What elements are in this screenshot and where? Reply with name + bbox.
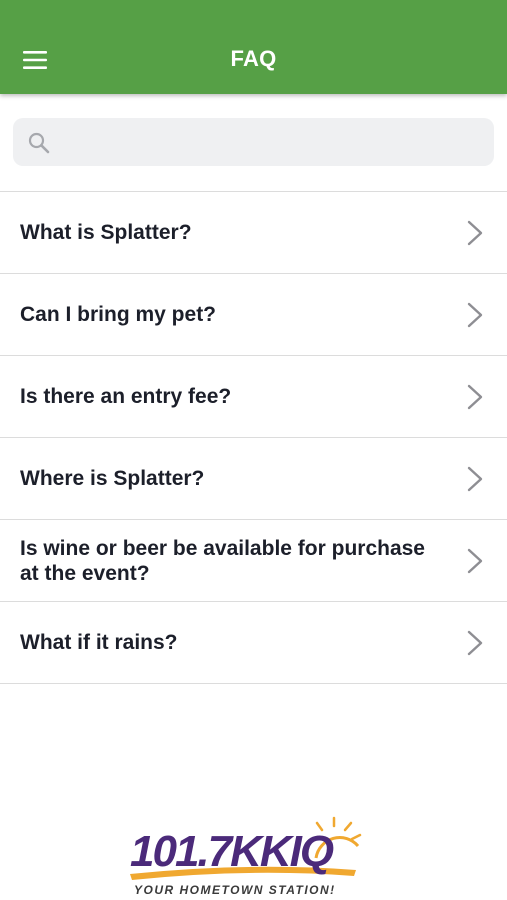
chevron-right-icon <box>467 384 483 410</box>
faq-item-what-is-splatter[interactable]: What is Splatter? <box>0 192 507 274</box>
faq-item-where-is-splatter[interactable]: Where is Splatter? <box>0 438 507 520</box>
logo-tagline: YOUR HOMETOWN STATION! <box>134 883 336 897</box>
faq-question: Where is Splatter? <box>20 467 205 490</box>
app-bar: FAQ <box>0 0 507 94</box>
faq-question: Is wine or beer be available for purchas… <box>20 536 425 585</box>
faq-item-entry-fee[interactable]: Is there an entry fee? <box>0 356 507 438</box>
search-bar[interactable] <box>13 118 494 168</box>
chevron-right-icon <box>467 302 483 328</box>
faq-question: Can I bring my pet? <box>20 303 217 326</box>
station-logo: 101.7KKIQ YOUR HOMETOWN STATION! <box>130 816 362 897</box>
search-icon <box>28 132 50 154</box>
logo-main-text: 101.7KKIQ <box>130 827 334 876</box>
faq-item-rain[interactable]: What if it rains? <box>0 602 507 684</box>
page-title: FAQ <box>230 46 277 71</box>
chevron-right-icon <box>467 630 483 656</box>
faq-question: What is Splatter? <box>20 221 192 244</box>
search-input[interactable] <box>63 118 487 168</box>
faq-list: What is Splatter? Can I bring my pet? Is… <box>0 191 507 684</box>
chevron-right-icon <box>467 548 483 574</box>
faq-question: Is there an entry fee? <box>20 385 232 408</box>
faq-item-bring-pet[interactable]: Can I bring my pet? <box>0 274 507 356</box>
chevron-right-icon <box>467 466 483 492</box>
faq-item-wine-beer[interactable]: Is wine or beer be available for purchas… <box>0 520 507 602</box>
chevron-right-icon <box>467 220 483 246</box>
faq-question: What if it rains? <box>20 631 178 654</box>
